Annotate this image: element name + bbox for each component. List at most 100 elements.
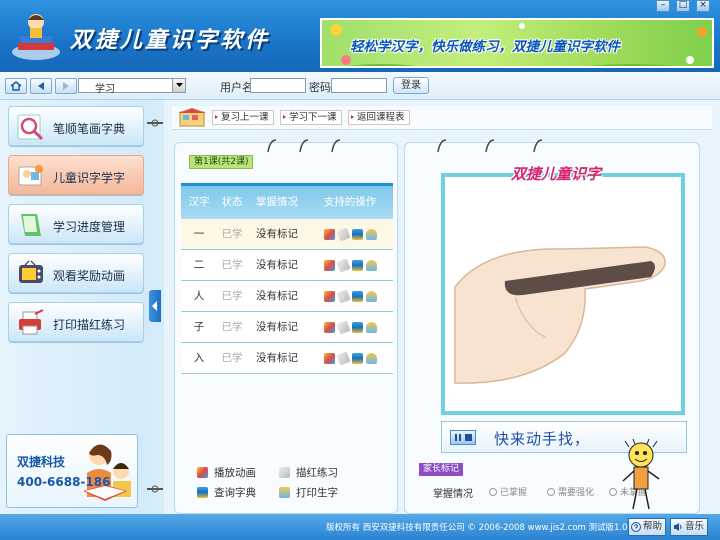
back-button[interactable] (30, 78, 52, 94)
back-to-schedule-button[interactable]: 返回课程表 (348, 110, 410, 125)
study-next-lesson-button[interactable]: 学习下一课 (280, 110, 342, 125)
sidebar-collapse-button[interactable] (149, 290, 161, 322)
minimize-button[interactable]: – (656, 0, 670, 12)
chevron-down-icon[interactable] (172, 79, 185, 92)
cartoon-mascot-icon (622, 439, 660, 510)
trace-practice-icon[interactable] (335, 350, 351, 366)
radio-icon (609, 488, 617, 496)
trace-practice-icon[interactable] (335, 226, 351, 242)
print-icon[interactable] (365, 321, 377, 333)
char-cell: 一 (193, 228, 205, 240)
column-header: 状态 (221, 196, 243, 208)
column-header: 掌握情况 (256, 196, 298, 208)
password-field[interactable] (331, 78, 387, 93)
maximize-button[interactable]: □ (676, 0, 690, 12)
app-title: 双捷儿童识字软件 (70, 27, 271, 53)
hand-writing-stroke-icon (454, 246, 666, 384)
play-animation-icon[interactable] (323, 352, 335, 364)
play-animation-icon[interactable] (323, 228, 335, 240)
mother-child-reading-icon (83, 444, 131, 501)
mastery-cell: 没有标记 (256, 228, 298, 240)
progress-icon (21, 214, 41, 236)
play-animation-icon[interactable] (323, 259, 335, 271)
home-button[interactable] (5, 78, 27, 94)
parent-mark-tag: 家长标记 (419, 463, 464, 476)
lesson-toolbar: 复习上一课 学习下一课 返回课程表 (172, 106, 712, 130)
table-row[interactable]: 二 已学 没有标记 (181, 250, 393, 281)
char-cell: 人 (193, 290, 205, 302)
app-header: 双捷儿童识字软件 轻松学汉字，快乐做练习，双捷儿童识字软件 – □ × (0, 0, 720, 72)
play-animation-icon[interactable] (323, 290, 335, 302)
board-title: 双捷儿童识字 (511, 165, 602, 183)
mastery-cell: 没有标记 (256, 352, 298, 364)
print-icon[interactable] (365, 259, 377, 271)
legend-print-chars: 打印生字 (279, 485, 338, 500)
table-row[interactable]: 入 已学 没有标记 (181, 343, 393, 374)
copyright-text: 版权所有 西安双捷科技有限责任公司 © 2006-2008 www.jis2.c… (326, 523, 636, 533)
column-header: 汉字 (188, 196, 210, 208)
mastery-option[interactable]: 已掌握 (489, 485, 527, 498)
table-row[interactable]: 子 已学 没有标记 (181, 312, 393, 343)
sidebar-item-dictionary[interactable]: 笔顺笔画字典 (8, 106, 144, 146)
row-actions (307, 250, 393, 280)
dictionary-icon[interactable] (351, 290, 363, 302)
dictionary-icon[interactable] (351, 259, 363, 271)
play-pause-button[interactable] (450, 430, 476, 445)
section-select[interactable]: 学习 (78, 78, 186, 95)
review-prev-lesson-button[interactable]: 复习上一课 (212, 110, 274, 125)
trace-practice-icon[interactable] (335, 288, 351, 304)
table-row[interactable]: 一 已学 没有标记 (181, 219, 393, 250)
sidebar-item-label: 观看奖励动画 (53, 269, 126, 283)
company-phone: 400-6688-186 (17, 475, 111, 489)
print-icon[interactable] (365, 352, 377, 364)
arrow-left-icon (38, 82, 44, 90)
legend-play-animation: 播放动画 (197, 465, 256, 480)
dictionary-icon[interactable] (351, 228, 363, 240)
spiral-binding-icon (437, 139, 543, 153)
help-icon (631, 522, 641, 532)
character-list-panel: 第1课(共2课) 汉字 状态 掌握情况 支持的操作 一 已学 没有标记 二 已学… (174, 142, 398, 514)
music-button[interactable]: 音乐 (670, 518, 708, 536)
legend-trace-practice: 描红练习 (279, 465, 338, 480)
sidebar-item-print[interactable]: 打印描红练习 (8, 302, 144, 342)
slogan-text: 轻松学汉字，快乐做练习，双捷儿童识字软件 (350, 39, 620, 55)
tv-icon (19, 260, 43, 283)
sidebar-item-label: 打印描红练习 (53, 318, 126, 332)
column-header: 支持的操作 (323, 196, 377, 208)
username-field[interactable] (250, 78, 306, 93)
instruction-text: 快来动手找， (494, 430, 591, 448)
sidebar-item-animation[interactable]: 观看奖励动画 (8, 253, 144, 293)
sidebar-item-learn-chars[interactable]: 儿童识字学字 (8, 155, 144, 195)
dictionary-icon[interactable] (351, 321, 363, 333)
printer-icon (19, 309, 44, 335)
magnifier-icon (17, 114, 44, 141)
status-cell: 已学 (221, 321, 243, 333)
row-actions (307, 343, 393, 373)
play-animation-icon (197, 467, 208, 478)
char-cell: 入 (193, 352, 205, 364)
status-bar: 版权所有 西安双捷科技有限责任公司 © 2006-2008 www.jis2.c… (0, 514, 720, 540)
help-button[interactable]: 帮助 (628, 518, 666, 536)
minimize-icon: – (660, 0, 666, 10)
sidebar-item-progress[interactable]: 学习进度管理 (8, 204, 144, 244)
animation-board[interactable]: 双捷儿童识字 (441, 165, 685, 415)
trace-practice-icon (279, 467, 290, 478)
trace-practice-icon[interactable] (335, 257, 351, 273)
table-row[interactable]: 人 已学 没有标记 (181, 281, 393, 312)
close-button[interactable]: × (696, 0, 710, 12)
dictionary-icon[interactable] (351, 352, 363, 364)
status-cell: 已学 (221, 290, 243, 302)
company-promo[interactable]: 双捷科技 400-6688-186 (6, 434, 138, 508)
forward-button[interactable] (55, 78, 77, 94)
print-icon[interactable] (365, 228, 377, 240)
mastery-option[interactable]: 需要强化 (547, 485, 594, 498)
radio-icon (547, 488, 555, 496)
play-animation-icon[interactable] (323, 321, 335, 333)
login-button[interactable]: 登录 (393, 77, 429, 94)
company-name: 双捷科技 (17, 455, 66, 469)
section-select-value: 学习 (95, 84, 115, 95)
writing-panel: 双捷儿童识字 快来动手找， 家长标记 掌握情况 已掌握 需要强化 未掌握 (404, 142, 700, 514)
trace-practice-icon[interactable] (335, 319, 351, 335)
maximize-icon: □ (678, 0, 688, 10)
print-icon[interactable] (365, 290, 377, 302)
